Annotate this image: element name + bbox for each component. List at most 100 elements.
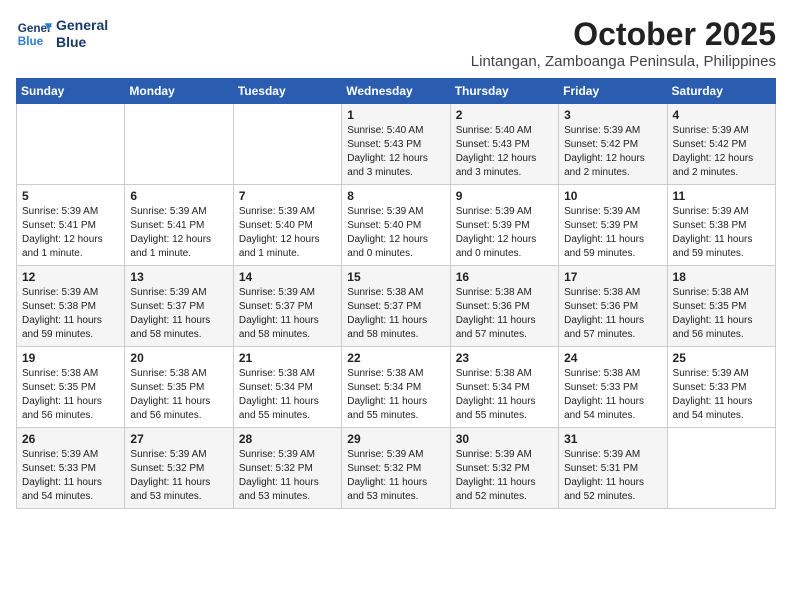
day-number: 6 (130, 189, 227, 203)
cell-sun-info: Sunrise: 5:38 AM Sunset: 5:35 PM Dayligh… (22, 367, 119, 423)
calendar-cell (17, 104, 125, 185)
location-title: Lintangan, Zamboanga Peninsula, Philippi… (471, 53, 776, 70)
day-number: 30 (456, 432, 553, 446)
calendar-cell: 26 Sunrise: 5:39 AM Sunset: 5:33 PM Dayli… (17, 428, 125, 509)
calendar-cell: 22 Sunrise: 5:38 AM Sunset: 5:34 PM Dayli… (342, 347, 450, 428)
calendar-week-row: 12 Sunrise: 5:39 AM Sunset: 5:38 PM Dayli… (17, 266, 776, 347)
calendar-cell: 4 Sunrise: 5:39 AM Sunset: 5:42 PM Daylig… (667, 104, 775, 185)
day-number: 3 (564, 108, 661, 122)
day-number: 24 (564, 351, 661, 365)
weekday-header: Wednesday (342, 79, 450, 104)
day-number: 2 (456, 108, 553, 122)
cell-sun-info: Sunrise: 5:38 AM Sunset: 5:34 PM Dayligh… (239, 367, 336, 423)
month-title: October 2025 (471, 16, 776, 53)
weekday-header: Thursday (450, 79, 558, 104)
cell-sun-info: Sunrise: 5:38 AM Sunset: 5:34 PM Dayligh… (347, 367, 444, 423)
cell-sun-info: Sunrise: 5:39 AM Sunset: 5:32 PM Dayligh… (130, 448, 227, 504)
day-number: 16 (456, 270, 553, 284)
day-number: 20 (130, 351, 227, 365)
logo: General Blue General Blue (16, 16, 108, 52)
weekday-header: Tuesday (233, 79, 341, 104)
day-number: 21 (239, 351, 336, 365)
calendar-cell: 16 Sunrise: 5:38 AM Sunset: 5:36 PM Dayli… (450, 266, 558, 347)
day-number: 10 (564, 189, 661, 203)
cell-sun-info: Sunrise: 5:38 AM Sunset: 5:36 PM Dayligh… (564, 286, 661, 342)
day-number: 26 (22, 432, 119, 446)
calendar-cell: 17 Sunrise: 5:38 AM Sunset: 5:36 PM Dayli… (559, 266, 667, 347)
cell-sun-info: Sunrise: 5:38 AM Sunset: 5:35 PM Dayligh… (673, 286, 770, 342)
day-number: 18 (673, 270, 770, 284)
cell-sun-info: Sunrise: 5:39 AM Sunset: 5:42 PM Dayligh… (564, 124, 661, 180)
day-number: 31 (564, 432, 661, 446)
cell-sun-info: Sunrise: 5:39 AM Sunset: 5:37 PM Dayligh… (239, 286, 336, 342)
calendar-table: SundayMondayTuesdayWednesdayThursdayFrid… (16, 78, 776, 509)
calendar-cell: 21 Sunrise: 5:38 AM Sunset: 5:34 PM Dayli… (233, 347, 341, 428)
cell-sun-info: Sunrise: 5:39 AM Sunset: 5:41 PM Dayligh… (22, 205, 119, 261)
calendar-cell: 28Sunrise: 5:39 AM Sunset: 5:32 PM Dayli… (233, 428, 341, 509)
cell-sun-info: Sunrise: 5:38 AM Sunset: 5:34 PM Dayligh… (456, 367, 553, 423)
cell-sun-info: Sunrise: 5:39 AM Sunset: 5:39 PM Dayligh… (564, 205, 661, 261)
cell-sun-info: Sunrise: 5:39 AM Sunset: 5:32 PM Dayligh… (347, 448, 444, 504)
calendar-cell: 27 Sunrise: 5:39 AM Sunset: 5:32 PM Dayli… (125, 428, 233, 509)
title-block: October 2025 Lintangan, Zamboanga Penins… (471, 16, 776, 70)
cell-sun-info: Sunrise: 5:39 AM Sunset: 5:38 PM Dayligh… (22, 286, 119, 342)
logo-icon: General Blue (16, 16, 52, 52)
cell-sun-info: Sunrise: 5:39 AM Sunset: 5:31 PM Dayligh… (564, 448, 661, 504)
cell-sun-info: Sunrise: 5:38 AM Sunset: 5:33 PM Dayligh… (564, 367, 661, 423)
svg-text:Blue: Blue (18, 35, 44, 48)
calendar-cell: 8 Sunrise: 5:39 AM Sunset: 5:40 PM Daylig… (342, 185, 450, 266)
day-number: 25 (673, 351, 770, 365)
calendar-cell: 3 Sunrise: 5:39 AM Sunset: 5:42 PM Daylig… (559, 104, 667, 185)
day-number: 23 (456, 351, 553, 365)
calendar-cell: 12 Sunrise: 5:39 AM Sunset: 5:38 PM Dayli… (17, 266, 125, 347)
day-number: 8 (347, 189, 444, 203)
calendar-cell: 6 Sunrise: 5:39 AM Sunset: 5:41 PM Daylig… (125, 185, 233, 266)
cell-sun-info: Sunrise: 5:39 AM Sunset: 5:40 PM Dayligh… (347, 205, 444, 261)
day-number: 4 (673, 108, 770, 122)
cell-sun-info: Sunrise: 5:40 AM Sunset: 5:43 PM Dayligh… (347, 124, 444, 180)
calendar-week-row: 1 Sunrise: 5:40 AM Sunset: 5:43 PM Daylig… (17, 104, 776, 185)
day-number: 22 (347, 351, 444, 365)
calendar-cell: 5 Sunrise: 5:39 AM Sunset: 5:41 PM Daylig… (17, 185, 125, 266)
calendar-cell (125, 104, 233, 185)
calendar-cell: 23 Sunrise: 5:38 AM Sunset: 5:34 PM Dayli… (450, 347, 558, 428)
cell-sun-info: Sunrise: 5:38 AM Sunset: 5:35 PM Dayligh… (130, 367, 227, 423)
calendar-cell: 10 Sunrise: 5:39 AM Sunset: 5:39 PM Dayli… (559, 185, 667, 266)
cell-sun-info: Sunrise: 5:39 AM Sunset: 5:38 PM Dayligh… (673, 205, 770, 261)
calendar-cell (233, 104, 341, 185)
cell-sun-info: Sunrise: 5:39 AM Sunset: 5:33 PM Dayligh… (22, 448, 119, 504)
calendar-cell: 11Sunrise: 5:39 AM Sunset: 5:38 PM Dayli… (667, 185, 775, 266)
cell-sun-info: Sunrise: 5:39 AM Sunset: 5:40 PM Dayligh… (239, 205, 336, 261)
weekday-header: Friday (559, 79, 667, 104)
calendar-header: SundayMondayTuesdayWednesdayThursdayFrid… (17, 79, 776, 104)
day-number: 17 (564, 270, 661, 284)
cell-sun-info: Sunrise: 5:39 AM Sunset: 5:33 PM Dayligh… (673, 367, 770, 423)
day-number: 14 (239, 270, 336, 284)
day-number: 12 (22, 270, 119, 284)
day-number: 15 (347, 270, 444, 284)
weekday-header: Sunday (17, 79, 125, 104)
day-number: 5 (22, 189, 119, 203)
calendar-cell: 30 Sunrise: 5:39 AM Sunset: 5:32 PM Dayli… (450, 428, 558, 509)
calendar-cell: 13Sunrise: 5:39 AM Sunset: 5:37 PM Dayli… (125, 266, 233, 347)
calendar-cell: 19 Sunrise: 5:38 AM Sunset: 5:35 PM Dayli… (17, 347, 125, 428)
cell-sun-info: Sunrise: 5:38 AM Sunset: 5:37 PM Dayligh… (347, 286, 444, 342)
cell-sun-info: Sunrise: 5:39 AM Sunset: 5:42 PM Dayligh… (673, 124, 770, 180)
cell-sun-info: Sunrise: 5:39 AM Sunset: 5:32 PM Dayligh… (456, 448, 553, 504)
calendar-cell (667, 428, 775, 509)
cell-sun-info: Sunrise: 5:39 AM Sunset: 5:39 PM Dayligh… (456, 205, 553, 261)
weekday-header: Saturday (667, 79, 775, 104)
day-number: 1 (347, 108, 444, 122)
day-number: 27 (130, 432, 227, 446)
cell-sun-info: Sunrise: 5:38 AM Sunset: 5:36 PM Dayligh… (456, 286, 553, 342)
calendar-week-row: 5 Sunrise: 5:39 AM Sunset: 5:41 PM Daylig… (17, 185, 776, 266)
day-number: 9 (456, 189, 553, 203)
calendar-cell: 7Sunrise: 5:39 AM Sunset: 5:40 PM Daylig… (233, 185, 341, 266)
day-number: 19 (22, 351, 119, 365)
calendar-cell: 24 Sunrise: 5:38 AM Sunset: 5:33 PM Dayli… (559, 347, 667, 428)
day-number: 28 (239, 432, 336, 446)
calendar-cell: 20 Sunrise: 5:38 AM Sunset: 5:35 PM Dayli… (125, 347, 233, 428)
calendar-cell: 9 Sunrise: 5:39 AM Sunset: 5:39 PM Daylig… (450, 185, 558, 266)
calendar-week-row: 19 Sunrise: 5:38 AM Sunset: 5:35 PM Dayli… (17, 347, 776, 428)
cell-sun-info: Sunrise: 5:39 AM Sunset: 5:41 PM Dayligh… (130, 205, 227, 261)
